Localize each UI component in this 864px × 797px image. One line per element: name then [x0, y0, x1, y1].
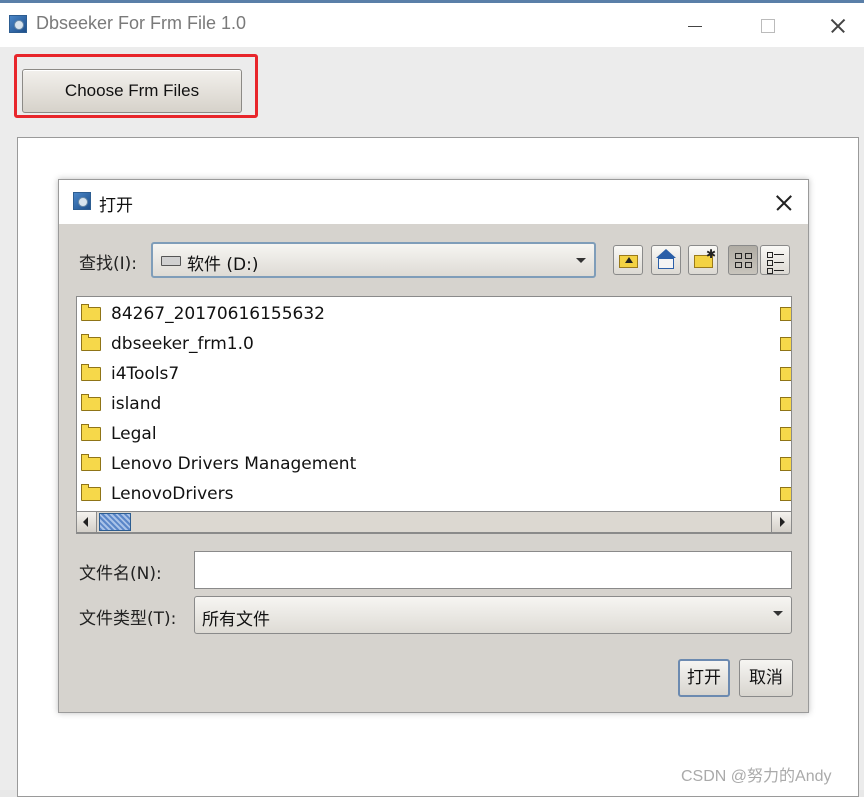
file-name-input[interactable]: [194, 551, 792, 589]
file-name: i4Tools7: [111, 364, 180, 384]
list-view-icon: [735, 253, 753, 269]
chevron-down-icon: [576, 258, 586, 263]
file-type-select[interactable]: 所有文件: [194, 596, 792, 634]
home-button[interactable]: [651, 245, 681, 275]
folder-icon: [81, 304, 101, 321]
dialog-app-icon: [73, 192, 91, 210]
window-title: Dbseeker For Frm File 1.0: [36, 13, 247, 33]
watermark-text: CSDN @努力的Andy: [681, 768, 832, 785]
folder-icon: [780, 397, 791, 411]
folder-icon: [81, 364, 101, 381]
open-button[interactable]: 打开: [678, 659, 730, 697]
scroll-thumb[interactable]: [99, 513, 131, 531]
cancel-button[interactable]: 取消: [739, 659, 793, 697]
new-folder-button[interactable]: ✱: [688, 245, 718, 275]
look-in-value: 软件 (D:): [187, 255, 259, 275]
dialog-title: 打开: [99, 196, 133, 216]
horizontal-scrollbar[interactable]: [76, 511, 792, 533]
app-icon: [9, 15, 27, 33]
file-name: LenovoDrivers: [111, 484, 234, 504]
scroll-left-icon[interactable]: [77, 512, 97, 532]
file-list[interactable]: 84267_20170616155632 dbseeker_frm1.0 i4T…: [76, 296, 792, 534]
dialog-close-icon[interactable]: [769, 188, 799, 218]
scroll-right-icon[interactable]: [771, 512, 791, 532]
folder-icon: [81, 484, 101, 501]
minimize-button[interactable]: [676, 9, 716, 41]
folder-icon: [81, 424, 101, 441]
file-name: dbseeker_frm1.0: [111, 334, 254, 354]
file-name-label: 文件名(N):: [79, 564, 162, 584]
file-name: Lenovo Drivers Management: [111, 454, 357, 474]
folder-icon: [780, 307, 791, 321]
file-name: island: [111, 394, 162, 414]
folder-icon: [780, 427, 791, 441]
folder-icon: [81, 454, 101, 471]
dialog-title-bar: 打开: [59, 180, 808, 224]
drive-icon: [161, 256, 181, 266]
file-name: Legal: [111, 424, 157, 444]
window-title-bar: Dbseeker For Frm File 1.0: [0, 3, 864, 47]
close-button[interactable]: [818, 9, 858, 41]
list-view-button[interactable]: [728, 245, 758, 275]
home-icon: [658, 258, 674, 269]
up-one-level-button[interactable]: [613, 245, 643, 275]
maximize-button[interactable]: [748, 9, 788, 41]
folder-icon: [81, 334, 101, 351]
open-file-dialog: 打开 查找(I): 软件 (D:) ✱ 84267_20170616155632: [58, 179, 809, 713]
choose-frm-files-button[interactable]: Choose Frm Files: [22, 69, 242, 113]
sparkle-icon: ✱: [706, 247, 717, 261]
home-roof-icon: [656, 249, 676, 258]
file-name: 84267_20170616155632: [111, 304, 326, 324]
look-in-label: 查找(I):: [79, 254, 138, 274]
folder-icon: [780, 487, 791, 501]
folder-icon: [780, 337, 791, 351]
file-type-value: 所有文件: [202, 610, 270, 630]
chevron-down-icon: [773, 611, 783, 616]
file-type-label: 文件类型(T):: [79, 609, 177, 629]
look-in-select[interactable]: 软件 (D:): [151, 242, 596, 278]
folder-icon: [780, 367, 791, 381]
arrow-up-icon: [625, 257, 633, 263]
folder-icon: [81, 394, 101, 411]
folder-icon: [780, 457, 791, 471]
details-view-button[interactable]: [760, 245, 790, 275]
